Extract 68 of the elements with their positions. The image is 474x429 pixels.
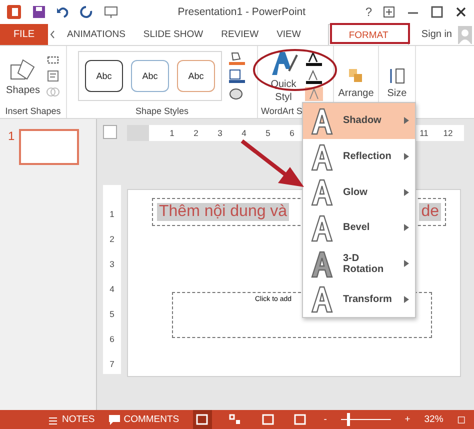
wordart-effect-icon: [309, 178, 335, 206]
text-fill-icon[interactable]: [304, 51, 322, 67]
size-button[interactable]: Size: [387, 88, 407, 98]
help-button[interactable]: ?: [365, 5, 372, 19]
sign-in-link[interactable]: Sign in: [421, 29, 452, 40]
slideshow-icon[interactable]: [104, 5, 118, 19]
shape-style-option[interactable]: Abc: [177, 60, 215, 92]
quick-styles-button[interactable]: Styl: [275, 92, 292, 103]
menu-item[interactable]: Shadow: [303, 103, 415, 139]
text-box-icon[interactable]: [46, 69, 60, 83]
wordart-effect-icon: [309, 142, 335, 171]
group-label: Insert Shapes: [4, 106, 62, 118]
group-label: Shape Styles: [134, 106, 190, 118]
ribbon-tab[interactable]: ANIMATIONS: [58, 24, 134, 45]
zoom-slider-thumb[interactable]: [347, 413, 350, 426]
view-icon: [229, 414, 242, 425]
text-outline-icon[interactable]: [304, 69, 322, 85]
arrange-button[interactable]: Arrange: [338, 88, 374, 98]
submenu-arrow-icon: [404, 260, 409, 268]
ribbon-tab[interactable]: REVIEW: [212, 24, 268, 45]
zoom-in-button[interactable]: +: [404, 414, 410, 425]
file-tab[interactable]: FILE: [0, 24, 48, 45]
paint-bucket-icon[interactable]: [228, 50, 246, 66]
comments-button[interactable]: COMMENTS: [108, 414, 180, 425]
speech-bubble-icon: [108, 414, 120, 424]
ribbon-tab[interactable]: SLIDE SHOW: [134, 24, 212, 45]
view-button[interactable]: [193, 410, 212, 429]
shape-style-option[interactable]: Abc: [85, 60, 123, 92]
title-text-end: de: [419, 203, 441, 221]
restore-icon[interactable]: [382, 5, 396, 19]
wordart-effect-icon: [309, 106, 335, 135]
menu-item[interactable]: Transform: [303, 281, 415, 318]
lines-icon: [48, 414, 58, 424]
shape-style-option[interactable]: Abc: [131, 60, 169, 92]
undo-icon[interactable]: [56, 5, 70, 19]
wordart-effect-icon: [309, 285, 335, 314]
slide-number: 1: [8, 129, 15, 143]
view-icon: [196, 414, 208, 425]
vertical-ruler: 1 2 3 4 5 6 7: [103, 185, 121, 374]
zoom-level[interactable]: 32%: [424, 414, 444, 425]
group-label: WordArt S: [260, 106, 304, 118]
wordart-effect-icon: [309, 250, 335, 278]
shapes-icon[interactable]: [8, 56, 37, 82]
submenu-arrow-icon: [404, 188, 409, 196]
submenu-arrow-icon: [404, 153, 409, 160]
menu-item[interactable]: Reflection: [303, 138, 415, 174]
wordart-effect-icon: [309, 214, 335, 242]
title-text-start: Thêm nội dung và: [157, 203, 290, 221]
submenu-arrow-icon: [404, 224, 409, 232]
menu-item[interactable]: 3-D Rotation: [303, 246, 415, 282]
notes-button[interactable]: NOTES: [48, 414, 95, 425]
view-icon: [262, 414, 274, 425]
pen-icon[interactable]: [228, 68, 246, 84]
app-logo-icon: [6, 4, 22, 20]
maximize-icon[interactable]: [430, 5, 444, 19]
merge-shapes-icon: [46, 85, 60, 99]
zoom-out-button[interactable]: -: [324, 414, 327, 425]
redo-icon[interactable]: [80, 5, 94, 19]
close-icon[interactable]: [454, 5, 468, 19]
submenu-arrow-icon: [404, 117, 409, 124]
view-icon: [294, 414, 306, 425]
annotation-arrow: [240, 139, 306, 189]
save-icon[interactable]: [32, 5, 46, 19]
window-title: Presentation1 - PowerPoint: [176, 6, 307, 18]
submenu-arrow-icon: [404, 296, 409, 303]
shapes-button[interactable]: Shapes: [6, 84, 40, 96]
ribbon-tab[interactable]: VIEW: [268, 24, 310, 45]
slide-thumbnail[interactable]: [18, 129, 79, 165]
